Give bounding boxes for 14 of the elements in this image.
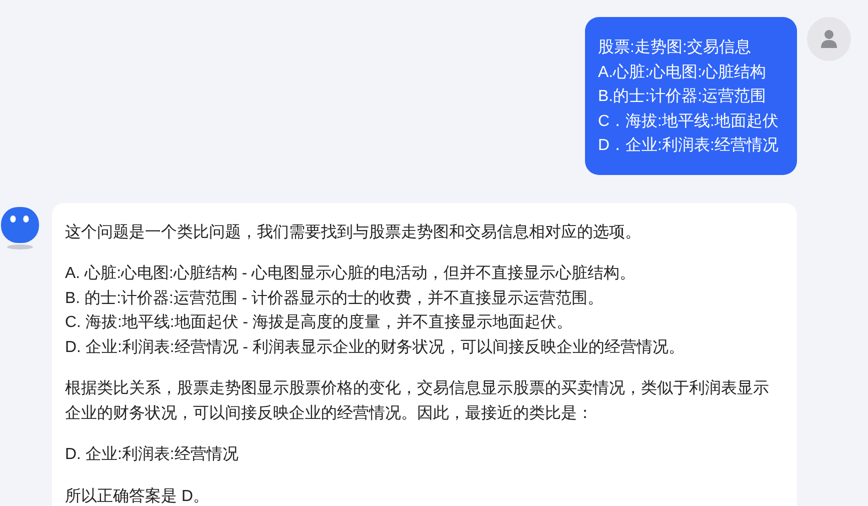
answer-text: C. 海拔:地平线:地面起伏 - 海拔是高度的度量，并不直接显示地面起伏。 — [65, 312, 574, 333]
message-line: 股票:走势图:交易信息 — [598, 38, 752, 58]
message-line: C．海拔:地平线:地面起伏 — [598, 112, 780, 132]
message-line: B.的士:计价器:运营范围 — [598, 86, 768, 107]
message-line: A.心脏:心电图:心脏结构 — [598, 62, 768, 82]
answer-text: D. 企业:利润表:经营情况 - 利润表显示企业的财务状况，可以间接反映企业的经营情况。 — [65, 338, 686, 358]
message-line: D．企业:利润表:经营情况 — [598, 136, 780, 156]
answer-text: B. 的士:计价器:运营范围 - 计价器显示的士的收费，并不直接显示运营范围。 — [65, 288, 605, 308]
answer-text: D. 企业:利润表:经营情况 — [65, 444, 240, 465]
answer-text: 这个问题是一个类比问题，我们需要找到与股票走势图和交易信息相对应的选项。 — [65, 222, 642, 242]
person-icon — [820, 29, 838, 49]
answer-text: 所以正确答案是 D。 — [65, 486, 210, 506]
answer-text: A. 心脏:心电图:心脏结构 - 心电图显示心脏的电活动，但并不直接显示心脏结构。 — [65, 264, 637, 284]
answer-text: 根据类比关系，股票走势图显示股票价格的变化，交易信息显示股票的买卖情况，类似于利润表显示企业的财务状况，可以间接反映企业的经营情况。因此，最接近的类比是： — [65, 378, 770, 424]
